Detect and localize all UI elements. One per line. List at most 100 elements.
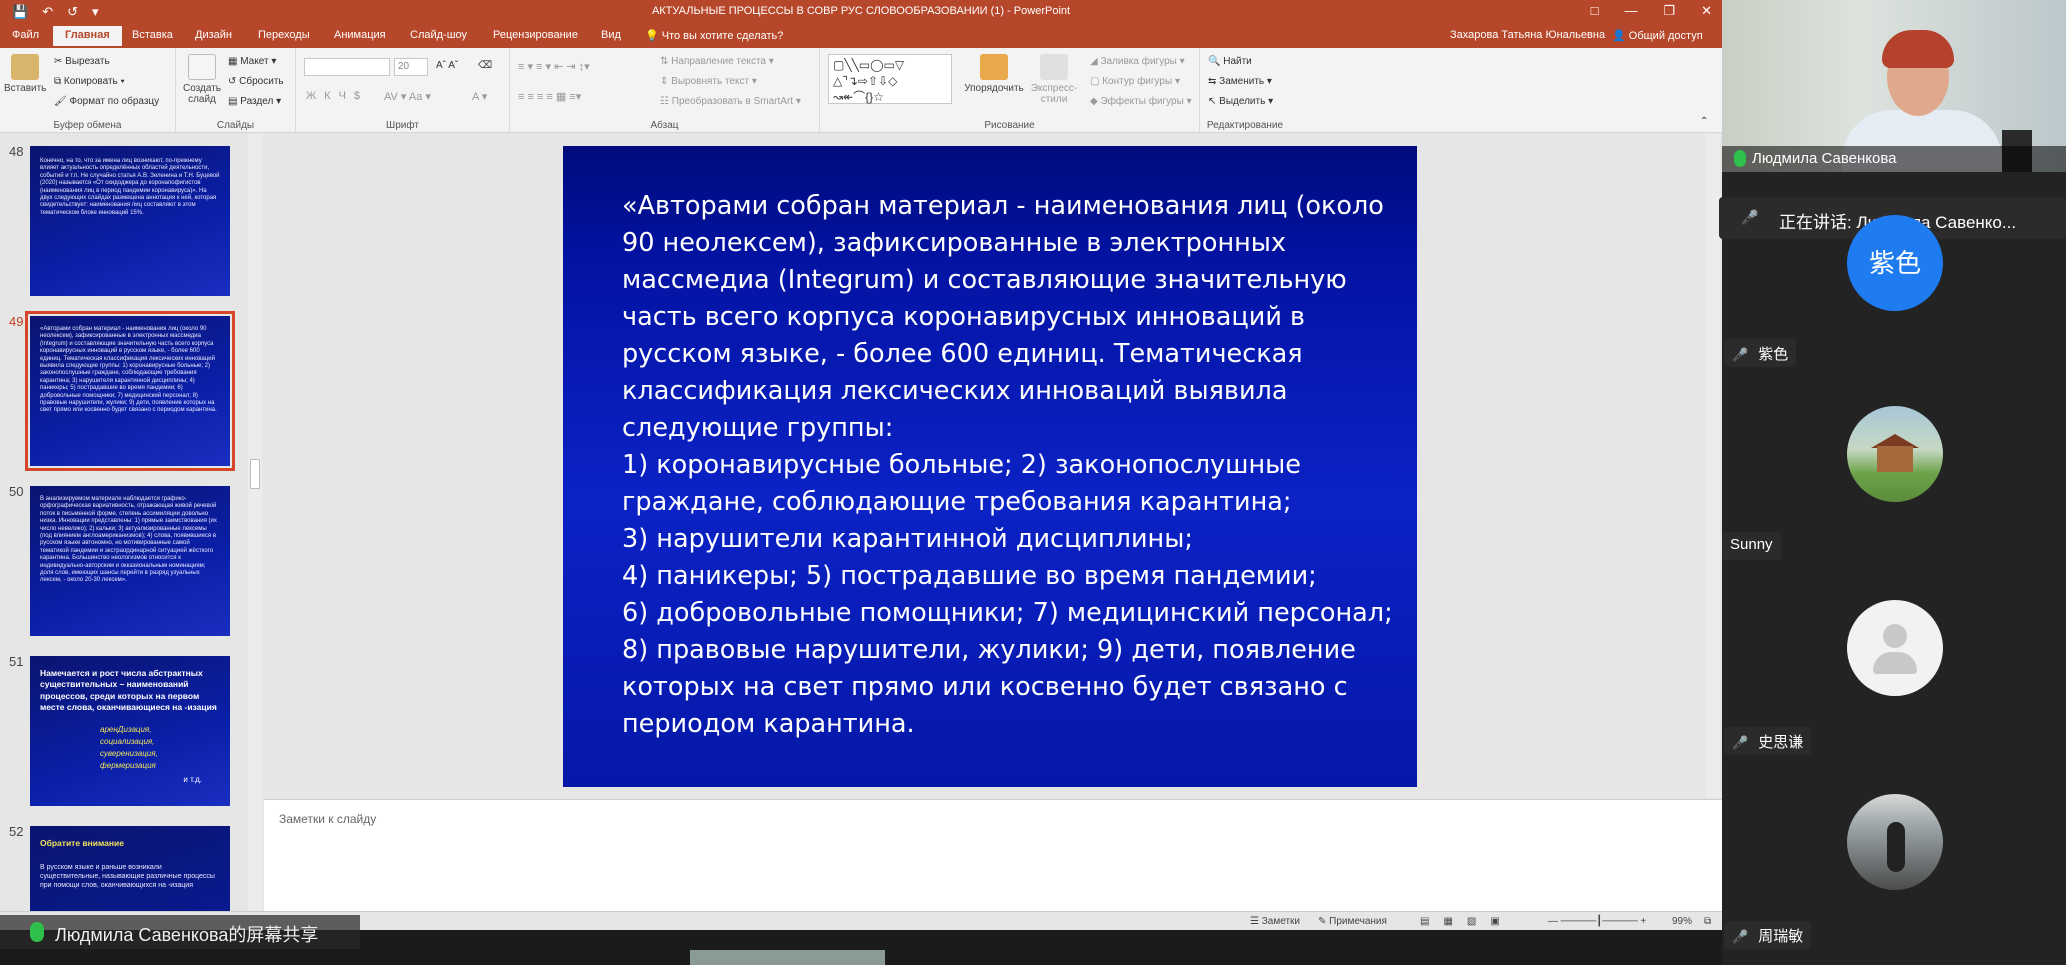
maximize-icon[interactable]: ❐: [1663, 3, 1675, 19]
drawing-group-label: Рисование: [984, 120, 1035, 131]
zoom-slider[interactable]: — ─────┃───── +: [1548, 916, 1646, 927]
section-icon: ▤: [228, 96, 241, 107]
find-button[interactable]: 🔍 Найти: [1208, 56, 1252, 67]
fill-icon: ◢: [1090, 56, 1101, 67]
thumbnail-text: «Авторами собран материал - наименования…: [40, 326, 217, 414]
align-text-button[interactable]: ⇕ Выровнять текст ▾: [660, 76, 757, 87]
tab-insert[interactable]: Вставка: [132, 29, 173, 41]
lightbulb-icon: 💡: [645, 30, 662, 42]
slide-thumbnail-49[interactable]: «Авторами собран материал - наименования…: [25, 311, 235, 471]
replace-button[interactable]: ⇆ Заменить ▾: [1208, 76, 1272, 87]
slide-thumbnail-52[interactable]: Обратите внимание В русском языке и рань…: [30, 826, 230, 914]
paragraph-group: ≡ ▾ ≡ ▾ ⇤ ⇥ ↕▾ ⇅ Направление текста ▾ ⇕ …: [510, 48, 820, 133]
tab-transitions[interactable]: Переходы: [258, 29, 310, 41]
taskbar-item[interactable]: [690, 950, 885, 965]
collapse-ribbon-icon[interactable]: ⌃: [1700, 116, 1708, 127]
slides-group-label: Слайды: [216, 120, 255, 131]
share-button[interactable]: 👤 Общий доступ: [1612, 29, 1703, 42]
clipboard-group: Вставить ✂ Вырезать ⧉ Копировать ▾ 🖌 Фор…: [0, 48, 176, 133]
editor-scrollbar[interactable]: [1706, 134, 1720, 798]
thumbnail-text: В анализируемом материале наблюдается гр…: [40, 496, 217, 584]
copy-icon: ⧉: [54, 76, 64, 87]
font-grow-icon[interactable]: Aˆ Aˇ: [436, 60, 458, 71]
participants-panel: Людмила Савенкова 🎤 正在讲话: Людмила Савенк…: [1719, 0, 2066, 965]
arrange-button[interactable]: Упорядочить: [962, 54, 1026, 94]
zoom-level[interactable]: 99%: [1672, 916, 1692, 927]
participant-name: 🎤 紫色: [1724, 339, 1797, 367]
avatar[interactable]: [1847, 406, 1943, 502]
notes-toggle[interactable]: ☰ Заметки: [1250, 916, 1300, 927]
editing-group-label: Редактирование: [1206, 120, 1284, 131]
thumbnail-tail: и т.д.: [183, 775, 202, 784]
shapes-gallery[interactable]: ▢╲╲▭◯▭▽ △⌝↴⇨⇧⇩◇ ↝↞⌒{}☆: [828, 54, 952, 104]
font-family-dropdown[interactable]: [304, 58, 390, 76]
cursor-icon: ↖: [1208, 96, 1220, 107]
slide-number: 48: [9, 144, 24, 159]
notes-pane[interactable]: Заметки к слайду: [264, 799, 1722, 911]
current-slide[interactable]: «Авторами собран материал - наименования…: [563, 146, 1417, 787]
tab-home[interactable]: Главная: [53, 26, 122, 46]
screen-share-text: Людмила Савенкова的屏幕共享: [55, 925, 319, 945]
select-button[interactable]: ↖ Выделить ▾: [1208, 96, 1273, 107]
format-painter-button[interactable]: 🖌 Формат по образцу: [54, 96, 159, 107]
shape-fill-button[interactable]: ◢ Заливка фигуры ▾: [1090, 56, 1185, 67]
section-button[interactable]: ▤ Раздел ▾: [228, 96, 281, 107]
font-style-buttons[interactable]: ЖКЧ$: [306, 90, 368, 102]
align-buttons[interactable]: ≡ ≡ ≡ ≡ ▦ ≡▾: [518, 90, 581, 103]
text-direction-button[interactable]: ⇅ Направление текста ▾: [660, 56, 774, 67]
editing-group: 🔍 Найти ⇆ Заменить ▾ ↖ Выделить ▾ Редакт…: [1200, 48, 1290, 133]
tab-file[interactable]: Файл: [12, 29, 39, 41]
avatar[interactable]: [1847, 600, 1943, 696]
slide-body-text[interactable]: «Авторами собран материал - наименования…: [622, 188, 1402, 743]
speaker-video[interactable]: Людмила Савенкова: [1722, 0, 2066, 172]
thumbnail-list-item: аренДизация,: [100, 724, 152, 734]
avatar[interactable]: [1847, 794, 1943, 890]
thumbnail-text: В русском языке и раньше возникали сущес…: [40, 864, 215, 890]
view-buttons[interactable]: ▤▦▧▣: [1420, 916, 1514, 927]
avatar[interactable]: 紫色: [1847, 215, 1943, 311]
tab-slideshow[interactable]: Слайд-шоу: [410, 29, 467, 41]
shape-outline-button[interactable]: ▢ Контур фигуры ▾: [1090, 76, 1180, 87]
quick-styles-button[interactable]: Экспресс-стили: [1026, 54, 1082, 105]
search-icon: 🔍: [1208, 56, 1224, 67]
slide-thumbnail-51[interactable]: Намечается и рост числа абстрактных суще…: [30, 656, 230, 806]
scrollbar-thumb[interactable]: [250, 459, 260, 489]
tab-review[interactable]: Рецензирование: [493, 29, 578, 41]
mic-muted-icon: 🎤: [1741, 209, 1759, 225]
replace-icon: ⇆: [1208, 76, 1220, 87]
clear-format-icon[interactable]: ⌫: [478, 60, 492, 71]
copy-button[interactable]: ⧉ Копировать ▾: [54, 76, 125, 87]
participant-name: Sunny: [1722, 532, 1781, 560]
fit-slide-icon[interactable]: ⧉: [1704, 916, 1711, 927]
new-slide-button[interactable]: Создать слайд: [180, 54, 224, 105]
window-title: АКТУАЛЬНЫЕ ПРОЦЕССЫ В СОВР РУС СЛОВООБРА…: [651, 5, 1071, 17]
tab-view[interactable]: Вид: [601, 29, 621, 41]
slide-thumbnail-50[interactable]: В анализируемом материале наблюдается гр…: [30, 486, 230, 636]
comments-toggle[interactable]: ✎ Примечания: [1318, 916, 1387, 927]
reset-button[interactable]: ↺ Сбросить: [228, 76, 284, 87]
thumbnail-list-item: социализация,: [100, 736, 155, 746]
slide-thumbnail-48[interactable]: Конечно, на то, что за имена лиц возника…: [30, 146, 230, 296]
tell-me-search[interactable]: 💡 Что вы хотите сделать?: [645, 29, 783, 42]
thumbnails-scrollbar[interactable]: [248, 134, 262, 914]
paste-button[interactable]: Вставить: [4, 54, 46, 94]
font-color-icon[interactable]: A ▾: [472, 90, 487, 103]
thumbnail-title: Обратите внимание: [40, 838, 124, 848]
layout-button[interactable]: ▦ Макет ▾: [228, 56, 276, 67]
close-icon[interactable]: ✕: [1701, 3, 1712, 19]
powerpoint-window: 💾 ↶ ↺ ▾ АКТУАЛЬНЫЕ ПРОЦЕССЫ В СОВР РУС С…: [0, 0, 1722, 930]
tab-design[interactable]: Дизайн: [195, 29, 232, 41]
ribbon-display-icon[interactable]: □: [1591, 3, 1599, 19]
notes-icon: ☰: [1250, 916, 1262, 927]
paragraph-group-label: Абзац: [650, 120, 679, 131]
user-name[interactable]: Захарова Татьяна Юнальевна: [1450, 29, 1605, 41]
mic-icon: [30, 922, 44, 942]
smartart-button[interactable]: ☷ Преобразовать в SmartArt ▾: [660, 96, 801, 107]
font-size-dropdown[interactable]: 20: [394, 58, 428, 76]
list-buttons[interactable]: ≡ ▾ ≡ ▾ ⇤ ⇥ ↕▾: [518, 60, 590, 73]
shape-effects-button[interactable]: ◆ Эффекты фигуры ▾: [1090, 96, 1192, 107]
tab-animations[interactable]: Анимация: [334, 29, 386, 41]
minimize-icon[interactable]: —: [1624, 3, 1637, 19]
font-spacing-icon[interactable]: AV ▾ Aa ▾: [384, 90, 431, 103]
cut-button[interactable]: ✂ Вырезать: [54, 56, 110, 67]
